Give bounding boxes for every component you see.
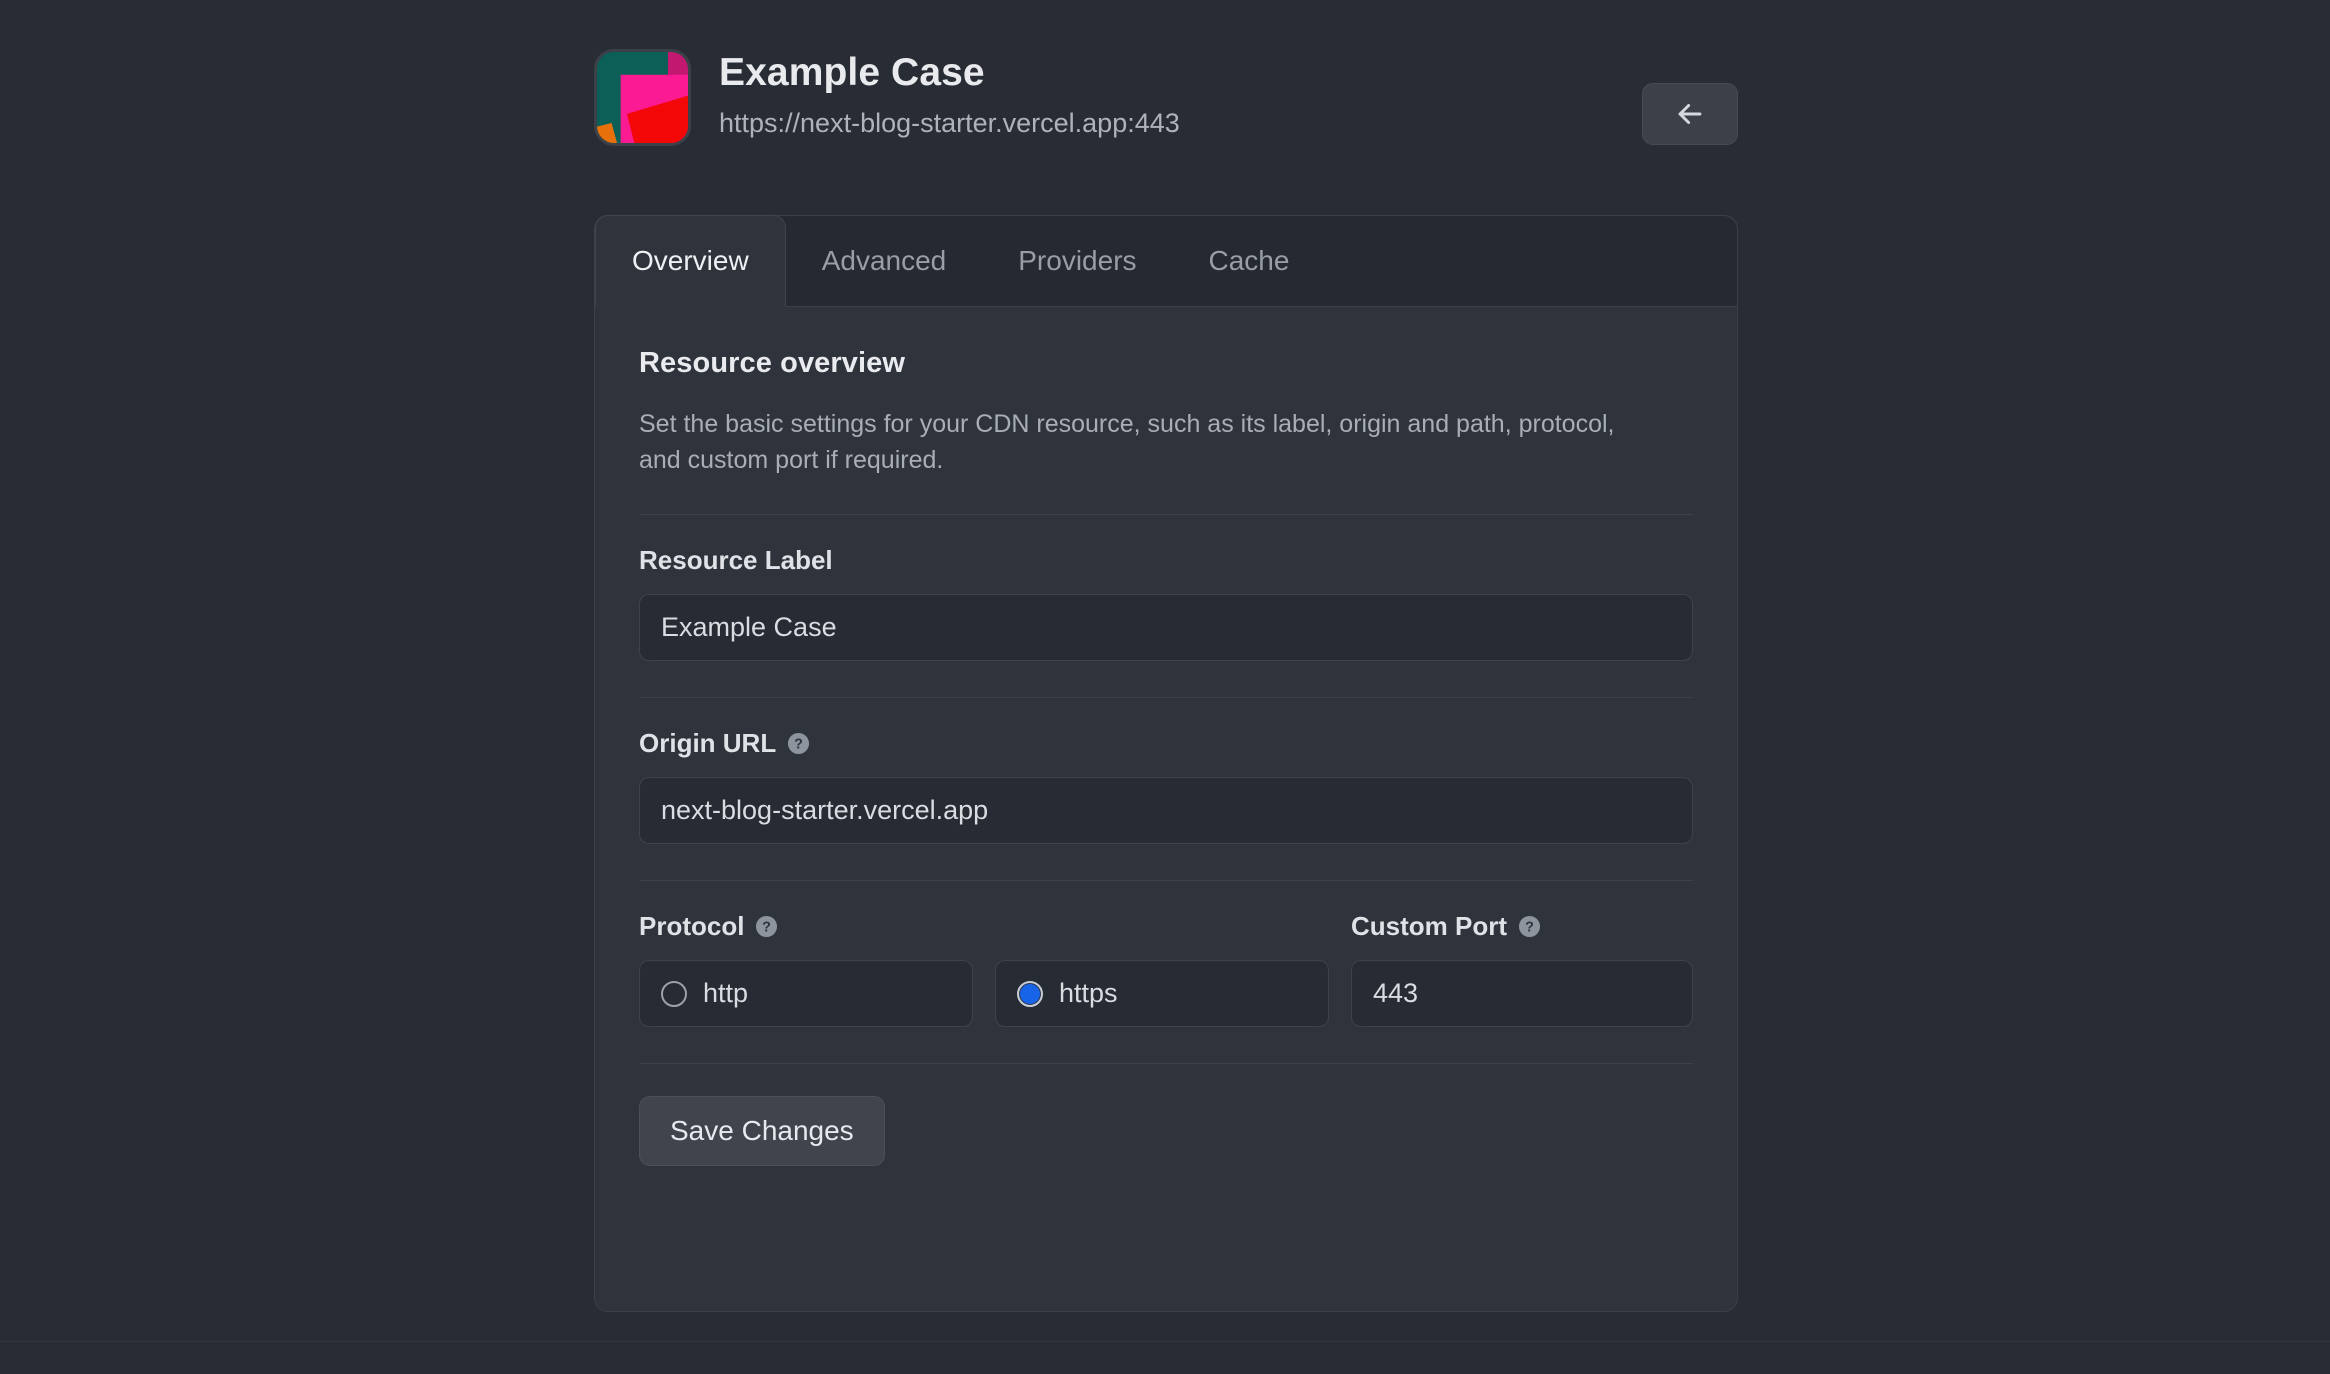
radio-unchecked-icon[interactable]	[661, 980, 687, 1007]
divider-after-description	[639, 514, 1693, 515]
bottom-divider	[0, 1341, 2330, 1342]
custom-port-label-text: Custom Port	[1351, 911, 1507, 941]
custom-port-input[interactable]	[1351, 960, 1693, 1027]
svg-text:?: ?	[763, 920, 772, 936]
field-origin-url: Origin URL ?	[639, 728, 1693, 844]
protocol-port-row: Protocol ? http https Custom Port ? 443	[639, 911, 1693, 1027]
save-row: Save Changes	[639, 1063, 1693, 1166]
header-text-block: Example Case https://next-blog-starter.v…	[719, 51, 1180, 143]
custom-port-label: Custom Port ?	[1351, 911, 1693, 942]
radio-checked-icon[interactable]	[1017, 980, 1043, 1007]
origin-url-label: Origin URL ?	[639, 728, 1693, 759]
resource-label-label: Resource Label	[639, 545, 1693, 576]
overview-panel: Resource overview Set the basic settings…	[595, 307, 1737, 1166]
protocol-option-https[interactable]: https	[995, 960, 1329, 1027]
back-button[interactable]	[1642, 83, 1738, 145]
question-mark-icon[interactable]: ?	[755, 915, 778, 938]
svg-text:?: ?	[794, 737, 803, 753]
settings-card: Overview Advanced Providers Cache Resour…	[594, 215, 1738, 1312]
svg-text:?: ?	[1525, 920, 1534, 936]
tab-advanced[interactable]: Advanced	[786, 215, 983, 306]
protocol-label-text: Protocol	[639, 911, 745, 941]
page-subtitle-url: https://next-blog-starter.vercel.app:443	[719, 107, 1180, 138]
section-title: Resource overview	[639, 347, 906, 379]
resource-label-input[interactable]	[639, 594, 1693, 661]
page-title: Example Case	[719, 50, 985, 94]
origin-url-input[interactable]	[639, 777, 1693, 844]
tab-overview[interactable]: Overview	[595, 215, 786, 307]
tab-cache[interactable]: Cache	[1173, 215, 1326, 306]
divider-after-origin-url	[639, 880, 1693, 881]
save-changes-button[interactable]: Save Changes	[639, 1096, 885, 1166]
tab-providers[interactable]: Providers	[982, 215, 1172, 306]
field-custom-port: Custom Port ?	[1351, 911, 1693, 1027]
field-resource-label: Resource Label	[639, 545, 1693, 661]
origin-url-label-text: Origin URL	[639, 728, 777, 758]
protocol-option-https-label: https	[1059, 978, 1118, 1008]
resource-label-text: Resource Label	[639, 545, 833, 575]
question-mark-icon[interactable]: ?	[787, 732, 810, 755]
app-logo-icon	[594, 48, 691, 146]
section-description: Set the basic settings for your CDN reso…	[639, 410, 1615, 474]
protocol-label: Protocol ?	[639, 911, 1329, 942]
arrow-left-icon	[1673, 97, 1707, 131]
divider-after-resource-label	[639, 697, 1693, 698]
question-mark-icon[interactable]: ?	[1518, 915, 1541, 938]
page-header: Example Case https://next-blog-starter.v…	[594, 46, 1738, 148]
field-protocol: Protocol ? http https	[639, 911, 1329, 1027]
protocol-radio-group: http https	[639, 960, 1329, 1027]
protocol-option-http[interactable]: http	[639, 960, 973, 1027]
app-root: Example Case https://next-blog-starter.v…	[0, 0, 2330, 1374]
tab-bar: Overview Advanced Providers Cache	[595, 215, 1737, 307]
protocol-option-http-label: http	[703, 978, 749, 1008]
